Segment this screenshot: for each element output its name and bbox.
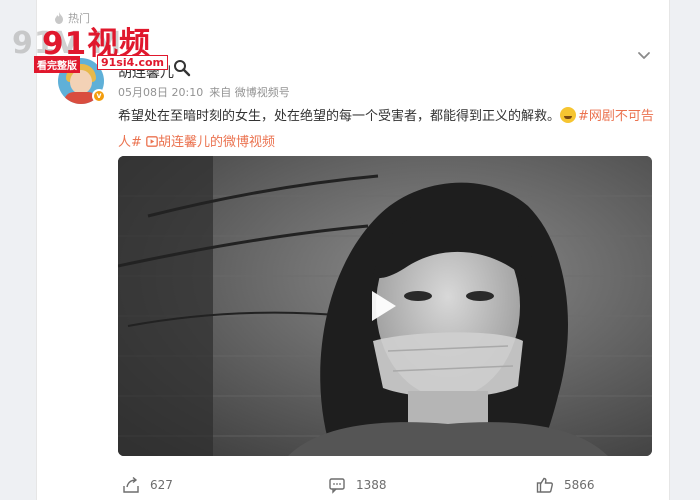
comment-count: 1388 bbox=[356, 478, 387, 492]
comment-button[interactable]: 1388 bbox=[328, 476, 387, 494]
post-source: 来自 微博视频号 bbox=[209, 86, 290, 99]
post-meta: 05月08日 20:10 来自 微博视频号 bbox=[118, 84, 290, 100]
play-icon[interactable] bbox=[370, 289, 398, 323]
action-bar: 627 1388 5866 bbox=[36, 470, 670, 500]
share-button[interactable]: 627 bbox=[122, 476, 173, 494]
like-button[interactable]: 5866 bbox=[536, 476, 595, 494]
post-date[interactable]: 05月08日 20:10 bbox=[118, 84, 203, 100]
comment-icon bbox=[329, 478, 345, 494]
crying-emoji-icon bbox=[560, 107, 577, 123]
flame-icon bbox=[55, 12, 63, 24]
share-count: 627 bbox=[150, 478, 173, 492]
video-link-icon bbox=[146, 136, 158, 147]
share-icon bbox=[123, 476, 139, 493]
like-count: 5866 bbox=[564, 478, 595, 492]
like-thumb-icon bbox=[536, 477, 553, 493]
video-link[interactable]: 胡连馨儿的微博视频 bbox=[146, 135, 275, 150]
hot-label-row: 热门 bbox=[54, 10, 90, 26]
hot-label: 热门 bbox=[68, 12, 90, 25]
video-link-label: 胡连馨儿的微博视频 bbox=[158, 135, 276, 150]
cursor-magnifier-icon bbox=[174, 60, 191, 77]
post-text: 希望处在至暗时刻的女生，处在绝望的每一个受害者，都能得到正义的解救。 #网剧不可告… bbox=[118, 104, 658, 156]
author-name[interactable]: 胡连馨儿 bbox=[118, 62, 174, 82]
chevron-down-icon[interactable] bbox=[636, 48, 652, 64]
verified-badge-icon: v bbox=[92, 89, 106, 103]
post-body: 希望处在至暗时刻的女生，处在绝望的每一个受害者，都能得到正义的解救。 bbox=[118, 109, 561, 124]
